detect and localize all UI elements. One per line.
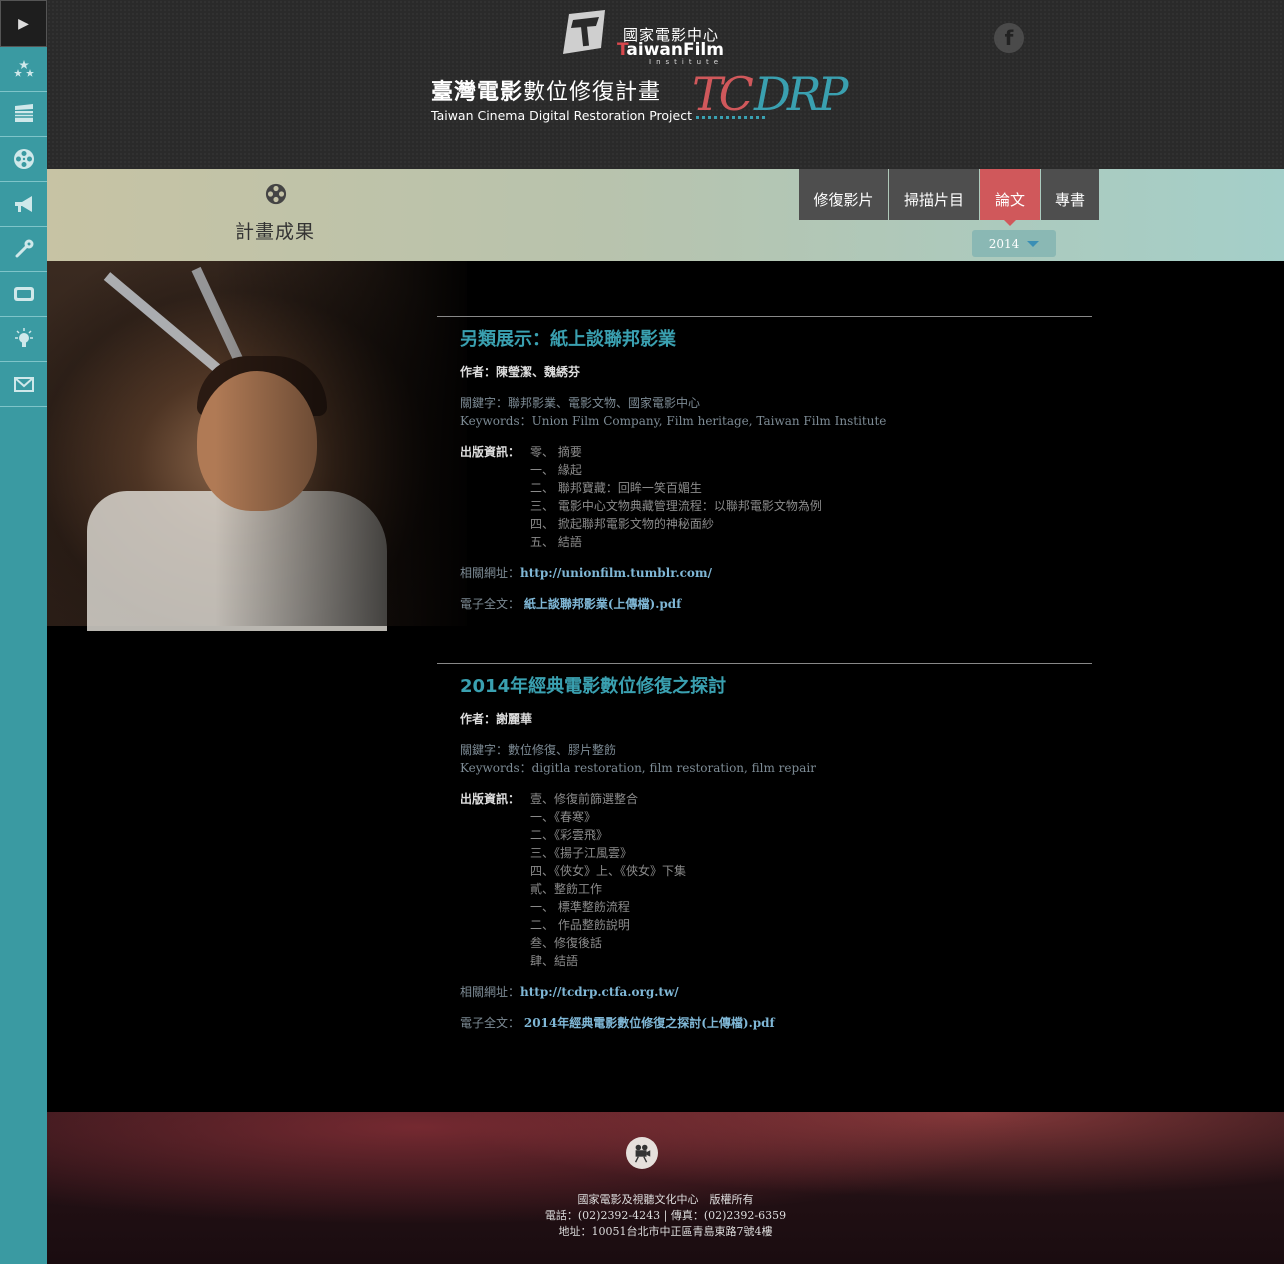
facebook-icon[interactable]: f [994, 23, 1024, 53]
section-tabs: 修復影片 掃描片目 論文 專書 [799, 169, 1100, 226]
paper-entry: 2014年經典電影數位修復之探討 作者：謝麗華 關鍵字：數位修復、膠片整飭 Ke… [437, 663, 1092, 1032]
toc-item: 一、 標準整飭流程 [530, 900, 630, 914]
toc-item: 五、 結語 [530, 535, 582, 549]
publication-label: 出版資訊： [460, 792, 521, 806]
sidebar-item-stars[interactable] [0, 47, 47, 92]
wrench-icon [15, 239, 33, 258]
taiwan-film-institute-logo[interactable]: 國家電影中心 TaiwanFilm Institute [559, 6, 724, 66]
sidebar-toggle-button[interactable]: ▶ [0, 0, 47, 47]
paper-keywords-en: Keywords：Union Film Company, Film herita… [460, 414, 887, 428]
copyright-text: 國家電影及視聽文化中心 版權所有 [577, 1193, 754, 1206]
sidebar-item-contact[interactable] [0, 362, 47, 407]
sidebar-item-clapper[interactable] [0, 92, 47, 137]
tv-icon [13, 287, 34, 301]
toc-item: 零、 摘要 [530, 445, 582, 459]
section-bar: 計畫成果 修復影片 掃描片目 論文 專書 2014 [47, 169, 1284, 261]
publication-info: 出版資訊： 零、 摘要 一、 緣起 二、 聯邦寶藏：回眸一笑百媚生 三、 電影中… [460, 443, 1092, 551]
lightbulb-icon [14, 328, 33, 347]
toc-item: 一、《春寒》 [530, 810, 597, 824]
toc-item: 貳、整飭工作 [530, 882, 603, 896]
publication-info: 出版資訊： 壹、修復前篩選整合 一、《春寒》 二、《彩雲飛》 三、《揚子江風雲》… [460, 790, 1092, 970]
film-reel-icon [265, 183, 287, 205]
project-title-zh: 臺灣電影數位修復計畫 [431, 80, 662, 105]
toc-item: 四、 掀起聯邦電影文物的神秘面紗 [530, 517, 714, 531]
fulltext-row: 電子全文： 2014年經典電影數位修復之探討(上傳檔).pdf [460, 1014, 1092, 1032]
toc-item: 二、 作品整飭說明 [530, 918, 630, 932]
contact-phone: 電話：(02)2392-4243 | 傳真：(02)2392-6359 [544, 1209, 787, 1222]
publication-toc: 零、 摘要 一、 緣起 二、 聯邦寶藏：回眸一笑百媚生 三、 電影中心文物典藏管… [530, 443, 822, 551]
svg-text:DRP: DRP [753, 67, 850, 121]
tab-books[interactable]: 專書 [1041, 169, 1099, 220]
tfi-subtitle: Institute [649, 58, 724, 66]
project-title-en: Taiwan Cinema Digital Restoration Projec… [431, 108, 692, 123]
toc-item: 肆、結語 [530, 954, 579, 968]
paper-keywords-en: Keywords：digitla restoration, film resto… [460, 761, 816, 775]
tab-scanned-films[interactable]: 掃描片目 [889, 169, 979, 220]
toc-item: 叁、修復後話 [530, 936, 603, 950]
sidebar-item-ideas[interactable] [0, 317, 47, 362]
publication-label: 出版資訊： [460, 445, 521, 459]
fulltext-label: 電子全文： [460, 597, 521, 611]
toc-item: 三、《揚子江風雲》 [530, 846, 633, 860]
toc-item: 二、《彩雲飛》 [530, 828, 609, 842]
publication-toc: 壹、修復前篩選整合 一、《春寒》 二、《彩雲飛》 三、《揚子江風雲》 四、《俠女… [530, 790, 686, 970]
fulltext-pdf-link[interactable]: 紙上談聯邦影業(上傳檔).pdf [524, 597, 681, 611]
mail-icon [13, 377, 34, 392]
site-footer: 國家電影及視聽文化中心 版權所有 電話：(02)2392-4243 | 傳真：(… [47, 1112, 1284, 1264]
related-link-row: 相關網址：http://unionfilm.tumblr.com/ [460, 564, 1092, 582]
tcdrp-logo[interactable]: TC DRP [692, 66, 862, 126]
toc-item: 壹、修復前篩選整合 [530, 792, 639, 806]
caret-down-icon [1027, 240, 1040, 247]
related-link[interactable]: http://tcdrp.ctfa.org.tw/ [520, 985, 679, 999]
site-header: 國家電影中心 TaiwanFilm Institute 臺灣電影數位修復計畫 T… [47, 0, 1284, 169]
paper-keywords-zh: 關鍵字：聯邦影業、電影文物、國家電影中心 [460, 396, 701, 410]
sidebar: ▶ [0, 0, 47, 1264]
paper-author: 作者：陳瑩潔、魏綉芬 [460, 365, 581, 379]
paper-author: 作者：謝麗華 [460, 712, 533, 726]
svg-text:TC: TC [692, 67, 754, 121]
fulltext-label: 電子全文： [460, 1016, 521, 1030]
sidebar-item-tv[interactable] [0, 272, 47, 317]
stars-icon [13, 60, 34, 77]
sidebar-item-tools[interactable] [0, 227, 47, 272]
movie-camera-icon [626, 1137, 658, 1169]
related-link[interactable]: http://unionfilm.tumblr.com/ [520, 566, 712, 580]
toc-item: 三、 電影中心文物典藏管理流程：以聯邦電影文物為例 [530, 499, 822, 513]
paper-keywords-zh: 關鍵字：數位修復、膠片整飭 [460, 743, 617, 757]
section-title: 計畫成果 [235, 221, 316, 243]
megaphone-icon [14, 196, 32, 212]
tab-papers[interactable]: 論文 [980, 169, 1040, 226]
play-arrow-icon: ▶ [18, 15, 29, 32]
film-clapper-icon [14, 104, 33, 122]
address-text: 地址：10051台北市中正區青島東路7號4樓 [558, 1225, 773, 1238]
related-link-label: 相關網址： [460, 985, 521, 999]
fulltext-row: 電子全文： 紙上談聯邦影業(上傳檔).pdf [460, 595, 1092, 613]
toc-item: 一、 緣起 [530, 463, 582, 477]
sidebar-item-announce[interactable] [0, 182, 47, 227]
year-value: 2014 [988, 236, 1020, 251]
related-link-label: 相關網址： [460, 566, 521, 580]
footer-info: 國家電影及視聽文化中心 版權所有 電話：(02)2392-4243 | 傳真：(… [47, 1192, 1284, 1240]
hero-film-still [47, 261, 467, 631]
year-dropdown[interactable]: 2014 [972, 230, 1056, 257]
tfi-name-en: TaiwanFilm [617, 40, 724, 60]
fulltext-pdf-link[interactable]: 2014年經典電影數位修復之探討(上傳檔).pdf [524, 1016, 775, 1030]
paper-title[interactable]: 另類展示：紙上談聯邦影業 [460, 331, 1092, 349]
paper-entry: 另類展示：紙上談聯邦影業 作者：陳瑩潔、魏綉芬 關鍵字：聯邦影業、電影文物、國家… [437, 316, 1092, 613]
toc-item: 四、《俠女》上、《俠女》下集 [530, 864, 687, 878]
paper-title[interactable]: 2014年經典電影數位修復之探討 [460, 678, 1092, 696]
tfi-mark-icon [563, 10, 605, 54]
tab-restored-films[interactable]: 修復影片 [799, 169, 888, 220]
film-reel-icon [13, 149, 34, 169]
sidebar-item-reel[interactable] [0, 137, 47, 182]
toc-item: 二、 聯邦寶藏：回眸一笑百媚生 [530, 481, 702, 495]
related-link-row: 相關網址：http://tcdrp.ctfa.org.tw/ [460, 983, 1092, 1001]
